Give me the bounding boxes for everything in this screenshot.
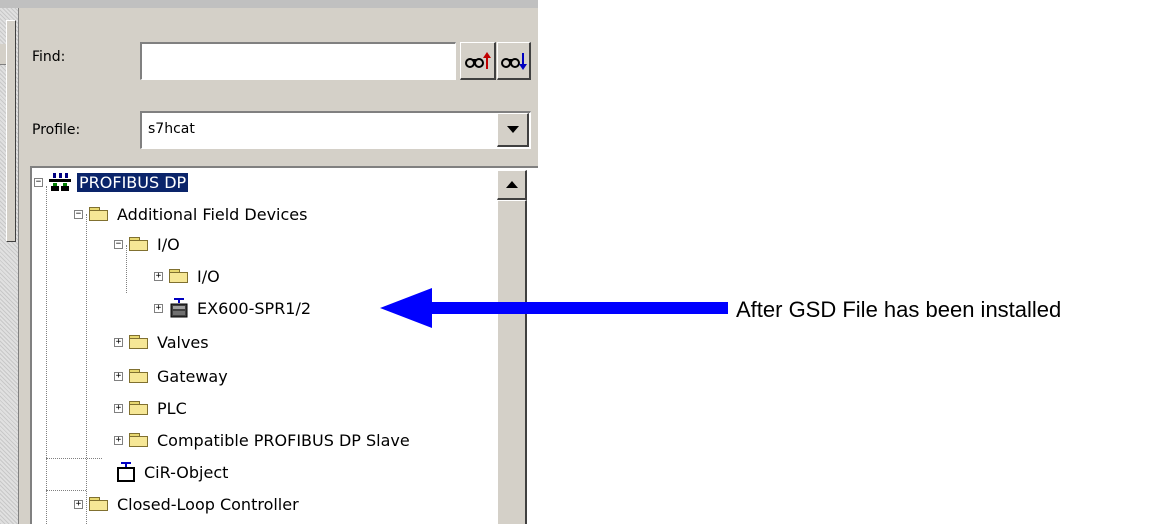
- profile-value: s7hcat: [148, 121, 195, 137]
- scroll-up-icon: [505, 180, 518, 188]
- expand-icon[interactable]: +: [114, 435, 123, 445]
- network-icon: [49, 173, 71, 191]
- arrow-icon: [380, 288, 728, 328]
- tree-node-cir-object[interactable]: CiR-Object: [90, 460, 230, 484]
- profile-select[interactable]: s7hcat: [140, 111, 531, 149]
- folder-icon: [89, 496, 109, 512]
- collapse-icon[interactable]: −: [74, 209, 83, 219]
- tree-node-io[interactable]: − I/O: [114, 232, 182, 256]
- tree-node-compatible[interactable]: + Compatible PROFIBUS DP Slave: [114, 428, 412, 452]
- tree-label: Gateway: [157, 366, 228, 386]
- expand-icon[interactable]: +: [114, 403, 123, 413]
- profile-label: Profile:: [32, 122, 81, 138]
- expand-icon[interactable]: +: [154, 271, 163, 281]
- tree-node-plc[interactable]: + PLC: [114, 396, 189, 420]
- tree-node-io-sub[interactable]: + I/O: [154, 264, 222, 288]
- folder-icon: [129, 368, 149, 384]
- collapse-icon[interactable]: −: [114, 239, 123, 249]
- find-up-button[interactable]: [460, 42, 496, 80]
- tree-node-profibus[interactable]: − PROFIBUS DP: [34, 170, 189, 194]
- device-icon: [170, 298, 188, 318]
- tree-label: PLC: [157, 398, 187, 418]
- tree-label: I/O: [197, 266, 220, 286]
- catalog-panel: Find: Profile: s7hcat − PROFIBUS DP − Ad…: [0, 0, 538, 524]
- folder-icon: [129, 400, 149, 416]
- annotation-text: After GSD File has been installed: [736, 297, 1062, 322]
- pane-splitter[interactable]: [6, 20, 16, 242]
- scrollbar-thumb[interactable]: [497, 200, 527, 524]
- tree-line: [86, 214, 87, 524]
- tree-label: Valves: [157, 332, 209, 352]
- folder-icon: [129, 334, 149, 350]
- expand-icon[interactable]: +: [74, 499, 83, 509]
- title-strip: [0, 0, 538, 8]
- folder-icon: [129, 236, 149, 252]
- tree-node-ex600[interactable]: + EX600-SPR1/2: [154, 296, 313, 320]
- tree-node-valves[interactable]: + Valves: [114, 330, 211, 354]
- find-down-button[interactable]: [497, 42, 531, 80]
- expand-icon[interactable]: +: [114, 371, 123, 381]
- tree-label: PROFIBUS DP: [77, 172, 189, 192]
- tree-label: Compatible PROFIBUS DP Slave: [157, 430, 410, 450]
- find-label: Find:: [32, 49, 66, 65]
- expand-icon[interactable]: +: [154, 303, 163, 313]
- tree-label: EX600-SPR1/2: [197, 298, 312, 318]
- tree-line: [46, 186, 47, 524]
- tree-label: Closed-Loop Controller: [117, 494, 299, 514]
- tree-node-gateway[interactable]: + Gateway: [114, 364, 230, 388]
- folder-icon: [169, 268, 189, 284]
- find-up-icon: [464, 51, 491, 69]
- tree-line: [46, 490, 86, 491]
- scroll-up-button[interactable]: [497, 170, 527, 200]
- tree-line: [46, 458, 102, 459]
- folder-icon: [89, 206, 109, 222]
- tree-label: CiR-Object: [144, 462, 229, 482]
- folder-icon: [129, 432, 149, 448]
- expand-icon[interactable]: +: [114, 337, 123, 347]
- profile-dropdown-button[interactable]: [497, 113, 529, 147]
- find-input[interactable]: [140, 42, 456, 80]
- tree-label: Additional Field Devices: [117, 204, 308, 224]
- find-down-icon: [500, 52, 527, 70]
- collapse-icon[interactable]: −: [34, 177, 43, 187]
- cir-object-icon: [117, 462, 135, 482]
- dropdown-arrow-icon: [506, 125, 519, 133]
- tree-node-closed-loop[interactable]: + Closed-Loop Controller: [74, 492, 301, 516]
- tree-node-additional-field-devices[interactable]: − Additional Field Devices: [74, 202, 309, 226]
- tree-label: I/O: [157, 234, 180, 254]
